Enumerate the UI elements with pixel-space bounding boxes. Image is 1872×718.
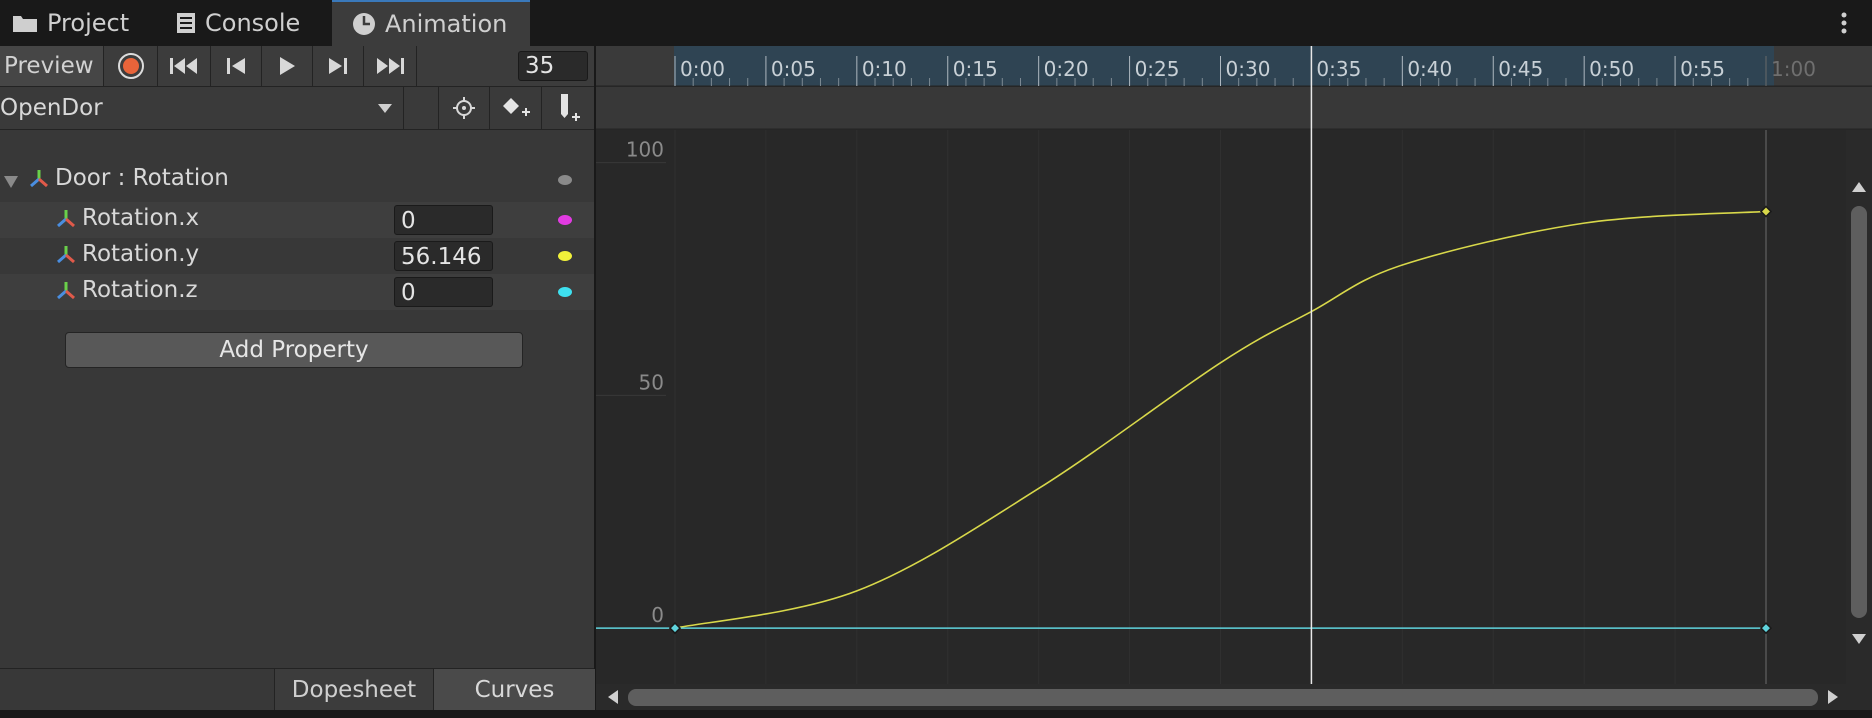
property-value-field[interactable]: 56.146 bbox=[394, 241, 493, 271]
property-value-field[interactable]: 0 bbox=[394, 205, 493, 235]
timeline-tick-label: 0:55 bbox=[1680, 57, 1725, 81]
add-event-icon bbox=[561, 94, 580, 121]
scroll-up-icon[interactable] bbox=[1852, 182, 1866, 192]
scroll-down-icon[interactable] bbox=[1852, 634, 1866, 644]
horizontal-scroll-thumb[interactable] bbox=[628, 689, 1818, 706]
transform-axes-icon bbox=[30, 170, 48, 188]
curve-color-dot[interactable] bbox=[558, 215, 572, 225]
group-curve-dot bbox=[558, 175, 572, 185]
play-button[interactable] bbox=[262, 46, 313, 86]
next-key-button[interactable] bbox=[313, 46, 364, 86]
curve-editor-canvas[interactable]: 0:00 0:05 0:10 0:15 0:20 0:25 0:30 0:35 0:40 0:45… bbox=[596, 46, 1872, 710]
tab-curves[interactable]: Curves bbox=[433, 669, 595, 711]
property-group-label: Door : Rotation bbox=[55, 165, 229, 191]
property-value-field[interactable]: 0 bbox=[394, 277, 493, 307]
transform-axes-icon bbox=[57, 210, 75, 228]
vertical-scrollbar[interactable] bbox=[1846, 130, 1872, 710]
timeline-tick-label: 0:35 bbox=[1316, 57, 1361, 81]
timeline-tick-label: 0:45 bbox=[1498, 57, 1543, 81]
tab-console[interactable]: Console bbox=[176, 0, 326, 46]
add-property-button[interactable]: Add Property bbox=[65, 332, 523, 368]
timeline-tick-label: 0:00 bbox=[680, 57, 725, 81]
timeline-tick-label: 0:10 bbox=[862, 57, 907, 81]
scroll-right-icon[interactable] bbox=[1828, 690, 1838, 704]
last-key-button[interactable] bbox=[364, 46, 417, 86]
timeline-tick-label: 0:15 bbox=[953, 57, 998, 81]
tab-animation-label: Animation bbox=[385, 10, 508, 38]
keyframe-icon bbox=[1759, 622, 1773, 635]
y-axis-label: 0 bbox=[651, 603, 664, 627]
vertical-scroll-thumb[interactable] bbox=[1851, 206, 1867, 618]
console-icon bbox=[177, 13, 195, 33]
editor-tab-bar: Project Console Animation bbox=[0, 0, 1872, 46]
more-menu-icon[interactable] bbox=[1838, 10, 1850, 36]
tab-dopesheet-label: Dopesheet bbox=[291, 677, 417, 703]
y-axis-label: 100 bbox=[626, 138, 664, 162]
property-label: Rotation.y bbox=[82, 241, 200, 267]
chevron-down-icon bbox=[378, 104, 392, 113]
clock-icon bbox=[353, 13, 375, 35]
scroll-left-icon[interactable] bbox=[608, 690, 618, 704]
property-label: Rotation.z bbox=[82, 277, 198, 303]
property-row-rotation-z[interactable]: Rotation.z 0 bbox=[0, 274, 594, 310]
timeline-tick-label: 0:25 bbox=[1135, 57, 1180, 81]
timeline-tick-label: 0:30 bbox=[1226, 57, 1271, 81]
prev-key-button[interactable] bbox=[211, 46, 262, 86]
curve-color-dot[interactable] bbox=[558, 287, 572, 297]
tab-curves-label: Curves bbox=[474, 677, 555, 703]
transform-axes-icon bbox=[57, 282, 75, 300]
tab-project[interactable]: Project bbox=[12, 0, 142, 46]
view-mode-tabs: Dopesheet Curves bbox=[0, 668, 595, 711]
timeline-tick-label: 0:40 bbox=[1407, 57, 1452, 81]
preview-label: Preview bbox=[4, 53, 94, 79]
skip-to-end-icon bbox=[377, 58, 404, 74]
keyframe-icon bbox=[668, 622, 682, 635]
playback-toolbar: Preview 35 bbox=[0, 46, 594, 87]
property-row-rotation-x[interactable]: Rotation.x 0 bbox=[0, 202, 594, 238]
preview-button[interactable]: Preview bbox=[0, 46, 104, 86]
next-frame-icon bbox=[329, 58, 347, 74]
clip-name: OpenDor bbox=[0, 95, 103, 121]
folder-icon bbox=[13, 16, 37, 32]
horizontal-scrollbar[interactable] bbox=[596, 684, 1846, 710]
tab-dopesheet[interactable]: Dopesheet bbox=[274, 669, 433, 711]
add-keyframe-button[interactable] bbox=[489, 87, 542, 129]
tab-console-label: Console bbox=[205, 9, 301, 37]
curve-color-dot[interactable] bbox=[558, 251, 572, 261]
timeline-tick-label: 1:00 bbox=[1771, 57, 1816, 81]
record-icon bbox=[118, 53, 144, 79]
timeline-tick-label: 0:05 bbox=[771, 57, 816, 81]
tab-project-label: Project bbox=[47, 9, 130, 37]
timeline-tick-label: 0:20 bbox=[1044, 57, 1089, 81]
y-axis-label: 50 bbox=[639, 370, 664, 394]
add-keyframe-icon bbox=[503, 98, 530, 116]
previous-frame-icon bbox=[227, 58, 245, 74]
frame-selected-button[interactable] bbox=[438, 87, 490, 129]
window-bottom-edge bbox=[0, 710, 1872, 718]
play-icon bbox=[280, 57, 295, 75]
add-event-button[interactable] bbox=[542, 87, 594, 129]
skip-to-start-icon bbox=[170, 58, 197, 74]
record-button[interactable] bbox=[105, 46, 158, 86]
keyframe-icon bbox=[1759, 205, 1773, 218]
property-label: Rotation.x bbox=[82, 205, 200, 231]
first-key-button[interactable] bbox=[158, 46, 211, 86]
curve-editor[interactable]: 0:00 0:05 0:10 0:15 0:20 0:25 0:30 0:35 0:40 0:45… bbox=[596, 46, 1872, 710]
crosshair-icon bbox=[453, 97, 475, 119]
property-group-row[interactable]: Door : Rotation bbox=[0, 162, 594, 198]
triangle-down-icon[interactable] bbox=[4, 176, 18, 188]
animation-properties-panel: Preview 35 OpenDor Door: Rotation Rotat… bbox=[0, 46, 595, 711]
clip-dropdown[interactable]: OpenDor bbox=[0, 87, 404, 129]
clip-toolbar: OpenDor bbox=[0, 87, 594, 130]
timeline-tick-label: 0:50 bbox=[1589, 57, 1634, 81]
tab-animation[interactable]: Animation bbox=[332, 0, 530, 46]
property-row-rotation-y[interactable]: Rotation.y 56.146 bbox=[0, 238, 594, 274]
frame-field[interactable]: 35 bbox=[518, 51, 588, 81]
transform-axes-icon bbox=[57, 246, 75, 264]
